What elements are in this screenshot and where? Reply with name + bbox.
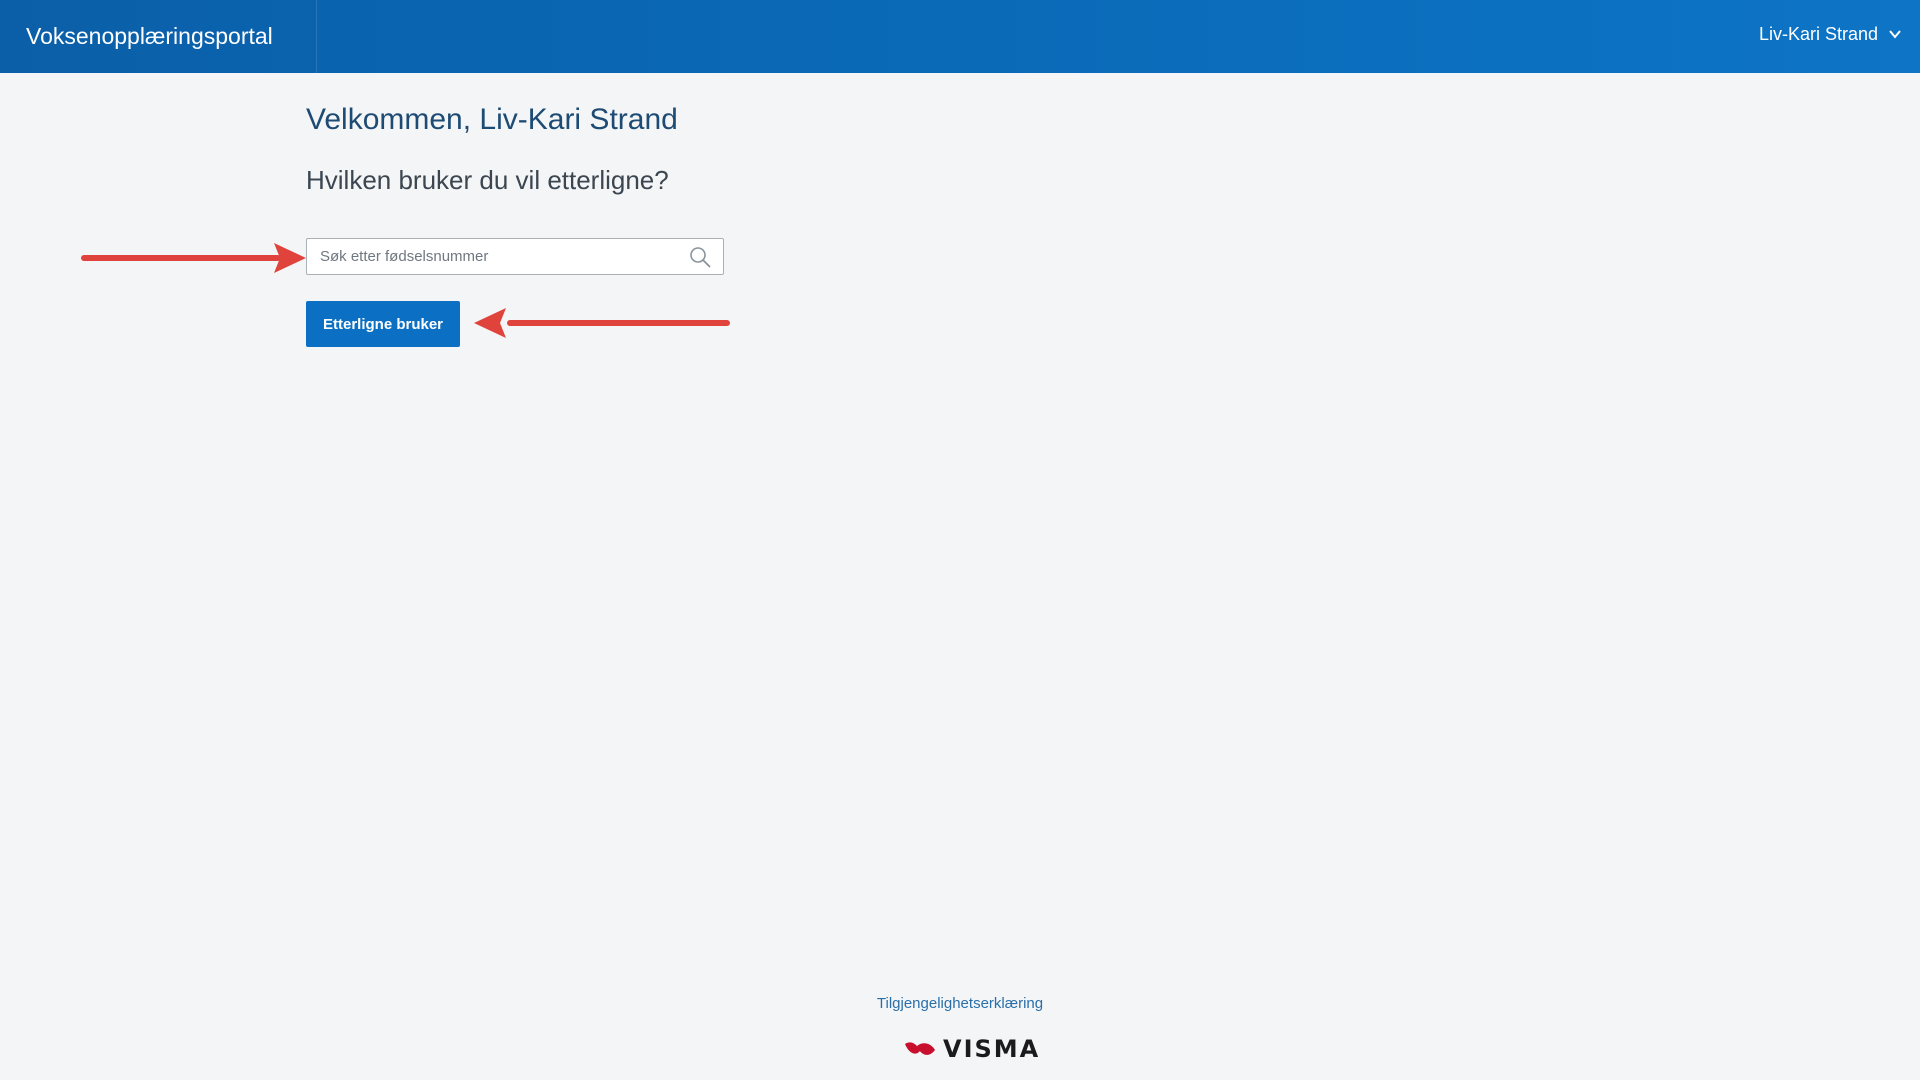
search-icon[interactable] xyxy=(689,246,711,268)
top-navigation-bar: Voksenopplæringsportal Liv-Kari Strand xyxy=(0,0,1920,73)
visma-wordmark: VISMA xyxy=(943,1035,1041,1063)
search-field xyxy=(306,238,724,275)
chevron-down-icon xyxy=(1889,30,1901,39)
app-title[interactable]: Voksenopplæringsportal xyxy=(0,0,317,73)
annotation-arrow-to-search xyxy=(81,243,306,273)
user-menu-button[interactable]: Liv-Kari Strand xyxy=(1759,0,1902,68)
visma-logo: VISMA xyxy=(903,1035,1041,1063)
annotation-arrow-to-button xyxy=(474,308,730,338)
accessibility-statement-link[interactable]: Tilgjengelighetserklæring xyxy=(0,995,1920,1012)
welcome-heading: Velkommen, Liv-Kari Strand xyxy=(306,103,678,136)
user-name: Liv-Kari Strand xyxy=(1758,23,1878,44)
visma-swoosh-icon xyxy=(905,1042,935,1055)
impersonate-question: Hvilken bruker du vil etterligne? xyxy=(306,165,669,195)
impersonate-user-button[interactable]: Etterligne bruker xyxy=(306,301,460,347)
search-input[interactable] xyxy=(307,239,690,274)
